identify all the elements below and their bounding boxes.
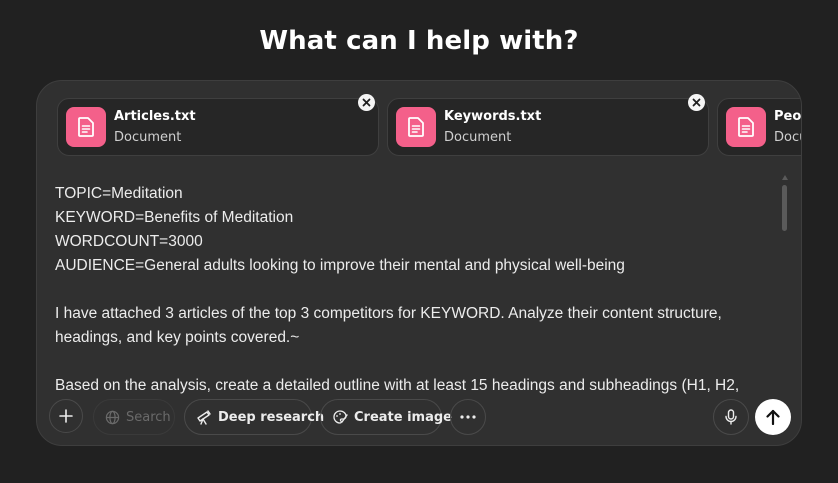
prompt-line xyxy=(55,278,771,302)
attachment-card-keywords[interactable]: Keywords.txt Document xyxy=(387,98,709,156)
plus-icon xyxy=(59,409,73,423)
prompt-composer: Articles.txt Document Keywords.txt Docum… xyxy=(36,80,802,446)
attachment-name: People xyxy=(774,109,802,124)
create-image-button[interactable]: Create image xyxy=(320,399,452,435)
prompt-line: I have attached 3 articles of the top 3 … xyxy=(55,305,722,322)
attachment-type: Document xyxy=(114,130,182,145)
palette-brush-icon xyxy=(332,409,348,425)
attachment-name: Keywords.txt xyxy=(444,109,542,124)
deep-research-button[interactable]: Deep research xyxy=(184,399,324,435)
attachment-type: Document xyxy=(444,130,512,145)
microphone-icon xyxy=(725,409,737,425)
scroll-up-arrow-icon[interactable] xyxy=(782,175,788,181)
composer-toolbar: Search Deep research Create image xyxy=(49,399,791,437)
close-icon xyxy=(692,98,701,107)
remove-attachment-keywords-button[interactable] xyxy=(688,94,705,111)
deep-research-label: Deep research xyxy=(218,409,325,425)
page-title: What can I help with? xyxy=(259,26,579,56)
search-button-label: Search xyxy=(126,409,171,425)
add-attachment-button[interactable] xyxy=(49,399,83,433)
prompt-line: Based on the analysis, create a detailed… xyxy=(55,377,740,394)
prompt-line: headings, and key points covered.~ xyxy=(55,329,300,346)
prompt-line: WORDCOUNT=3000 xyxy=(55,233,203,250)
search-button[interactable]: Search xyxy=(93,399,175,435)
close-icon xyxy=(362,98,371,107)
voice-input-button[interactable] xyxy=(713,399,749,435)
globe-icon xyxy=(105,409,120,425)
chat-home: What can I help with? Articles.txt Docum… xyxy=(0,0,838,483)
prompt-line: AUDIENCE=General adults looking to impro… xyxy=(55,257,625,274)
send-button[interactable] xyxy=(755,399,791,435)
prompt-textarea[interactable]: TOPIC=Meditation KEYWORD=Benefits of Med… xyxy=(55,182,771,394)
create-image-label: Create image xyxy=(354,409,452,425)
document-icon xyxy=(396,107,436,147)
prompt-line: TOPIC=Meditation xyxy=(55,185,183,202)
attachment-card-articles[interactable]: Articles.txt Document xyxy=(57,98,379,156)
more-horizontal-icon xyxy=(460,415,476,419)
prompt-line: KEYWORD=Benefits of Meditation xyxy=(55,209,294,226)
prompt-line xyxy=(55,350,771,374)
attachment-name: Articles.txt xyxy=(114,109,196,124)
more-tools-button[interactable] xyxy=(450,399,486,435)
document-icon xyxy=(726,107,766,147)
telescope-icon xyxy=(196,409,212,425)
scrollbar-thumb[interactable] xyxy=(782,185,787,231)
document-icon xyxy=(66,107,106,147)
arrow-up-icon xyxy=(766,409,780,425)
remove-attachment-articles-button[interactable] xyxy=(358,94,375,111)
attachment-type: Docu xyxy=(774,130,801,145)
attachment-card-people[interactable]: People Docu xyxy=(717,98,802,156)
